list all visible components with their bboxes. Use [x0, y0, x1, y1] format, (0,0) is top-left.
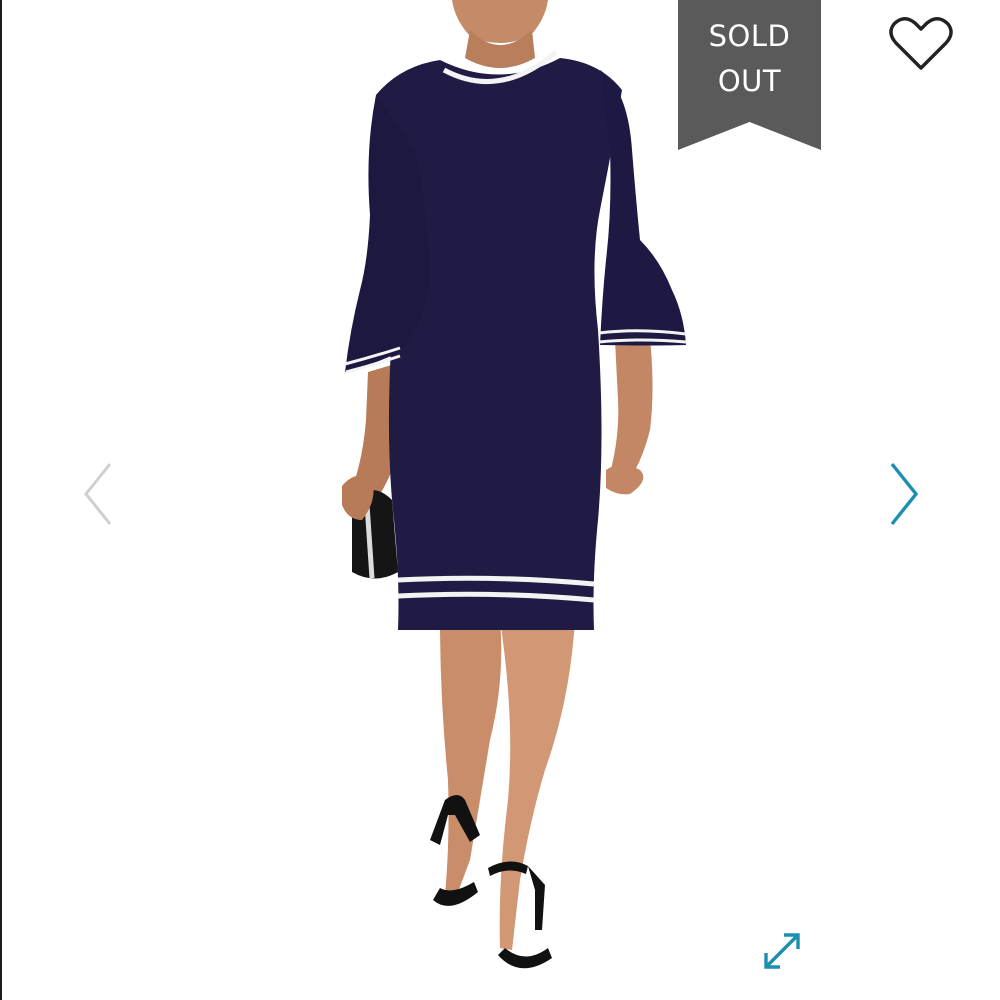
expand-arrows-icon [764, 933, 800, 969]
dress-right-sleeve [600, 70, 686, 346]
next-image-button[interactable] [884, 458, 922, 530]
expand-image-button[interactable] [760, 929, 804, 973]
chevron-right-icon [890, 462, 919, 526]
wishlist-button[interactable] [888, 15, 954, 73]
product-image-viewer: SOLD OUT [0, 0, 1000, 1000]
chevron-left-icon [84, 463, 112, 525]
sold-out-badge: SOLD OUT [678, 0, 821, 150]
model-left-leg [440, 620, 502, 900]
badge-line-1: SOLD [708, 19, 791, 53]
badge-label: SOLD OUT [678, 14, 821, 104]
right-shoe-sole [498, 948, 552, 969]
badge-line-2: OUT [717, 64, 782, 98]
right-heel [528, 866, 545, 930]
product-photo [342, 0, 687, 969]
heart-icon [889, 17, 953, 70]
previous-image-button[interactable] [80, 458, 118, 530]
dress-body [376, 58, 622, 630]
model-face [452, 0, 548, 43]
model-right-hand [606, 465, 644, 495]
